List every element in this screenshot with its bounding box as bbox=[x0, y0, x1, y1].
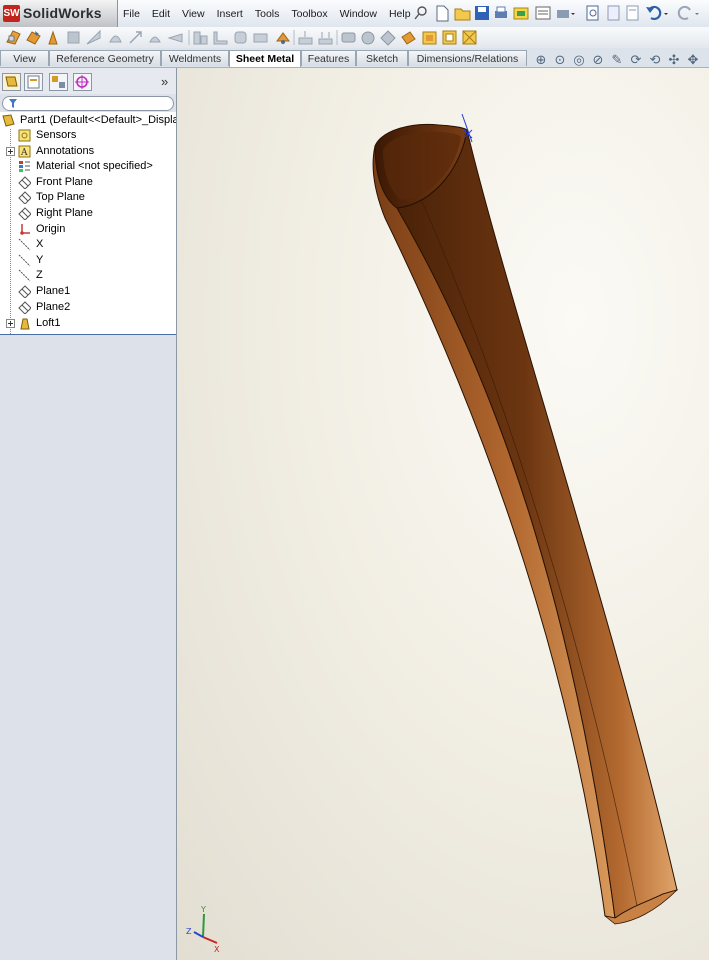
section-view-icon[interactable]: ✎ bbox=[609, 52, 625, 68]
tab-weldments[interactable]: Weldments bbox=[161, 50, 229, 66]
plane-icon bbox=[18, 285, 31, 298]
filter-icon bbox=[9, 99, 17, 108]
menu-view[interactable]: View bbox=[176, 8, 211, 20]
tab-view[interactable]: View bbox=[0, 50, 49, 66]
print-icon[interactable] bbox=[493, 5, 509, 21]
zoom-to-fit-icon[interactable] bbox=[585, 5, 601, 21]
undo-icon[interactable] bbox=[645, 4, 669, 22]
rotate-view-icon[interactable]: ⟳ bbox=[628, 52, 644, 68]
dimxpert-tab[interactable] bbox=[73, 73, 92, 91]
tab-reference-geometry[interactable]: Reference Geometry bbox=[49, 50, 161, 66]
plane-icon bbox=[18, 176, 31, 189]
pan-icon[interactable]: ⟲ bbox=[647, 52, 663, 68]
expand-plus-icon[interactable] bbox=[6, 147, 15, 156]
zoom-to-area-icon[interactable]: ⊙ bbox=[552, 52, 568, 68]
dimxpert-icon bbox=[75, 75, 89, 89]
zoom-to-fit-icon[interactable]: ⊕ bbox=[533, 52, 549, 68]
pin-icon[interactable] bbox=[413, 5, 429, 21]
menu-tools[interactable]: Tools bbox=[249, 8, 286, 20]
zoom-in-out-icon[interactable]: ⊘ bbox=[590, 52, 606, 68]
tab-sketch[interactable]: Sketch bbox=[356, 50, 408, 66]
axis-icon bbox=[18, 254, 31, 267]
triad-x-label: X bbox=[214, 945, 220, 954]
reference-triad: Y X Z bbox=[186, 905, 220, 954]
feature-manager-panel: » Part1 (Default<<Default>_Display Senso… bbox=[0, 68, 177, 960]
propertymanager-tab[interactable] bbox=[24, 73, 43, 91]
loft-icon bbox=[20, 318, 30, 330]
featuremanager-tab[interactable] bbox=[2, 73, 21, 91]
triad-z-axis bbox=[193, 931, 204, 938]
graphics-area[interactable]: Y X Z bbox=[177, 68, 709, 960]
axis-icon bbox=[18, 269, 31, 282]
menu-bar: File Edit View Insert Tools Toolbox Window Help bbox=[117, 0, 417, 27]
sensor-icon bbox=[18, 129, 31, 142]
save-icon[interactable] bbox=[474, 5, 490, 21]
document-properties-icon[interactable] bbox=[606, 5, 622, 21]
panel-tab-strip: » bbox=[0, 68, 176, 94]
options-icon[interactable] bbox=[535, 5, 551, 21]
rebuild-icon[interactable] bbox=[513, 5, 529, 21]
menu-edit[interactable]: Edit bbox=[146, 8, 176, 20]
menu-help[interactable]: Help bbox=[383, 8, 417, 20]
svg-text:A: A bbox=[20, 148, 28, 158]
feature-tree: Part1 (Default<<Default>_Display Sensors… bbox=[0, 112, 176, 335]
loft-part-model[interactable] bbox=[177, 68, 709, 960]
tab-features[interactable]: Features bbox=[301, 50, 356, 66]
app-name: SolidWorks bbox=[23, 5, 102, 21]
plane-icon bbox=[18, 191, 31, 204]
tab-dimensions-relations[interactable]: Dimensions/Relations bbox=[408, 50, 527, 66]
triad-y-axis bbox=[202, 913, 205, 938]
expand-plus-icon[interactable] bbox=[6, 319, 15, 328]
propertymanager-icon bbox=[27, 75, 40, 89]
tree-connector bbox=[10, 129, 11, 334]
triad-x-axis bbox=[202, 936, 218, 944]
axis-icon bbox=[18, 238, 31, 251]
configurationmanager-icon bbox=[52, 76, 65, 88]
menu-toolbox[interactable]: Toolbox bbox=[285, 8, 333, 20]
solidworks-logo[interactable]: SW SolidWorks bbox=[0, 0, 118, 27]
part-icon bbox=[2, 114, 15, 127]
triad-y-label: Y bbox=[200, 905, 206, 914]
more-view-tools-icon[interactable]: ✥ bbox=[685, 52, 701, 68]
origin-icon bbox=[20, 224, 30, 235]
redo-icon[interactable] bbox=[676, 4, 700, 22]
tree-root-part1[interactable]: Part1 (Default<<Default>_Display bbox=[2, 113, 176, 128]
previous-view-icon[interactable]: ◎ bbox=[571, 52, 587, 68]
solidworks-logo-icon: SW bbox=[3, 5, 20, 22]
menu-file[interactable]: File bbox=[117, 8, 146, 20]
triad-z-label: Z bbox=[186, 927, 192, 936]
menu-insert[interactable]: Insert bbox=[211, 8, 249, 20]
sheet-icon[interactable] bbox=[625, 5, 641, 21]
new-document-icon[interactable] bbox=[434, 5, 450, 22]
title-bar: SW SolidWorks File Edit View Insert Tools Too… bbox=[0, 0, 709, 28]
open-folder-icon[interactable] bbox=[454, 5, 471, 21]
annotation-icon: A bbox=[18, 145, 31, 158]
panel-expand-icon[interactable]: » bbox=[161, 74, 168, 89]
plane-icon bbox=[18, 301, 31, 314]
configurationmanager-tab[interactable] bbox=[49, 73, 68, 91]
material-icon bbox=[19, 161, 30, 172]
command-manager-toolbar bbox=[0, 27, 709, 48]
featuremanager-icon bbox=[5, 76, 18, 87]
plane-icon bbox=[18, 207, 31, 220]
print-dropdown-icon[interactable] bbox=[556, 5, 576, 21]
tab-sheet-metal[interactable]: Sheet Metal bbox=[229, 50, 301, 67]
tree-filter-input[interactable] bbox=[2, 96, 174, 111]
sheet-metal-tools-icons[interactable] bbox=[0, 27, 709, 48]
display-style-icon[interactable]: ✣ bbox=[666, 52, 682, 68]
menu-window[interactable]: Window bbox=[334, 8, 383, 20]
